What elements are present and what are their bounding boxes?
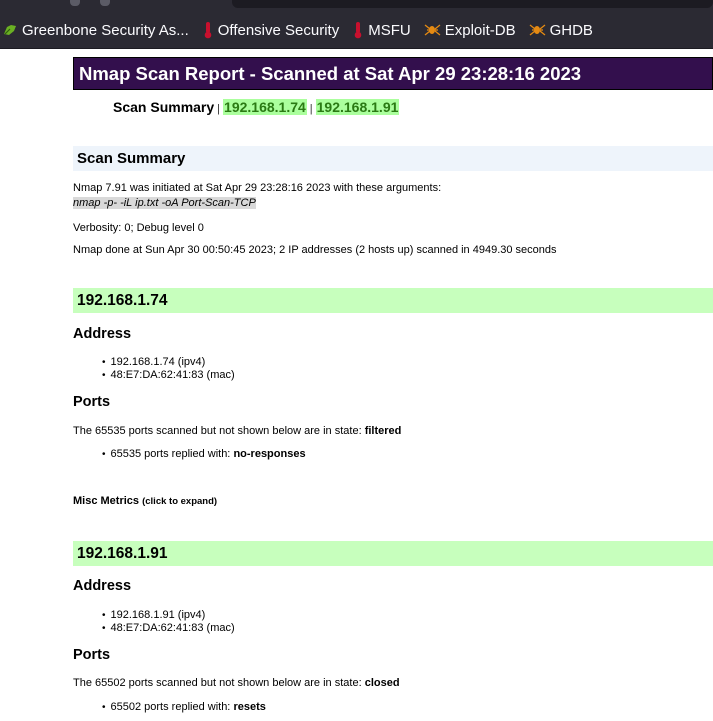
done-line: Nmap done at Sun Apr 30 00:50:45 2023; 2… [73,244,557,256]
ports-state-line: The 65535 ports scanned but not shown be… [73,425,401,437]
address-heading: Address [73,578,132,594]
ports-heading: Ports [73,647,111,663]
bookmark-greenbone[interactable]: Greenbone Security As... [2,22,189,39]
browser-tab-strip [0,0,713,12]
ports-state: closed [364,677,400,689]
reply-reason: no-responses [233,448,306,460]
reload-icon[interactable] [70,0,80,6]
summary-nav: Scan Summary | 192.168.1.74 | 192.168.1.91 [113,99,400,115]
address-heading: Address [73,326,132,342]
reply-item: 65502 ports replied with: resets [102,701,266,713]
ports-state-text: The 65502 ports scanned but not shown be… [73,677,365,689]
ports-state-text: The 65535 ports scanned but not shown be… [73,425,365,437]
bookmark-label: Exploit-DB [444,21,516,39]
bookmark-exploit-db[interactable]: Exploit-DB [424,22,516,39]
nav-host-link[interactable]: 192.168.1.74 [223,99,307,115]
nav-separator: | [217,103,221,115]
url-bar[interactable] [232,0,713,8]
address-item: 48:E7:DA:62:41:83 (mac) [102,622,235,634]
host-heading: 192.168.1.74 [73,288,713,313]
reply-text: 65535 ports replied with: [110,448,234,460]
nav-host-link[interactable]: 192.168.1.91 [315,99,400,115]
address-item: 192.168.1.91 (ipv4) [102,609,206,621]
verbosity-line: Verbosity: 0; Debug level 0 [73,222,204,234]
host-heading: 192.168.1.91 [73,541,713,566]
exploitdb-icon [529,24,545,36]
nav-separator: | [309,103,313,115]
ports-state: filtered [364,425,402,437]
command-line: nmap -p- -iL ip.txt -oA Port-Scan-TCP [73,197,256,209]
bookmark-msfu[interactable]: MSFU [352,21,411,39]
address-item: 192.168.1.74 (ipv4) [102,356,206,368]
init-line: Nmap 7.91 was initiated at Sat Apr 29 23… [73,182,442,194]
bookmark-ghdb[interactable]: GHDB [529,22,593,39]
misc-metrics-toggle[interactable]: Misc Metrics (click to expand) [73,495,217,507]
nmap-command: nmap -p- -iL ip.txt -oA Port-Scan-TCP [73,197,256,209]
ports-state-line: The 65502 ports scanned but not shown be… [73,677,400,689]
greenbone-icon [4,25,16,35]
bookmarks-toolbar: Greenbone Security As... Offensive Secur… [0,12,713,49]
misc-metrics-hint: (click to expand) [142,496,218,507]
offsec-icon [204,22,212,39]
home-icon[interactable] [100,0,110,6]
nav-scan-summary[interactable]: Scan Summary [113,99,214,115]
bookmark-offensive-security[interactable]: Offensive Security [202,21,339,39]
reply-text: 65502 ports replied with: [110,701,234,713]
misc-metrics-label: Misc Metrics [73,495,140,507]
exploitdb-icon [424,24,441,36]
address-item: 48:E7:DA:62:41:83 (mac) [102,369,235,381]
reply-reason: resets [233,701,266,713]
reply-item: 65535 ports replied with: no-responses [102,448,306,460]
bookmark-label: GHDB [549,21,593,39]
bookmark-label: Offensive Security [217,21,340,39]
offsec-icon [354,22,362,39]
bookmark-label: MSFU [368,21,411,39]
ports-heading: Ports [73,394,111,410]
bookmark-label: Greenbone Security As... [22,21,189,39]
scan-summary-heading: Scan Summary [73,146,713,171]
report-title: Nmap Scan Report - Scanned at Sat Apr 29… [73,57,713,90]
